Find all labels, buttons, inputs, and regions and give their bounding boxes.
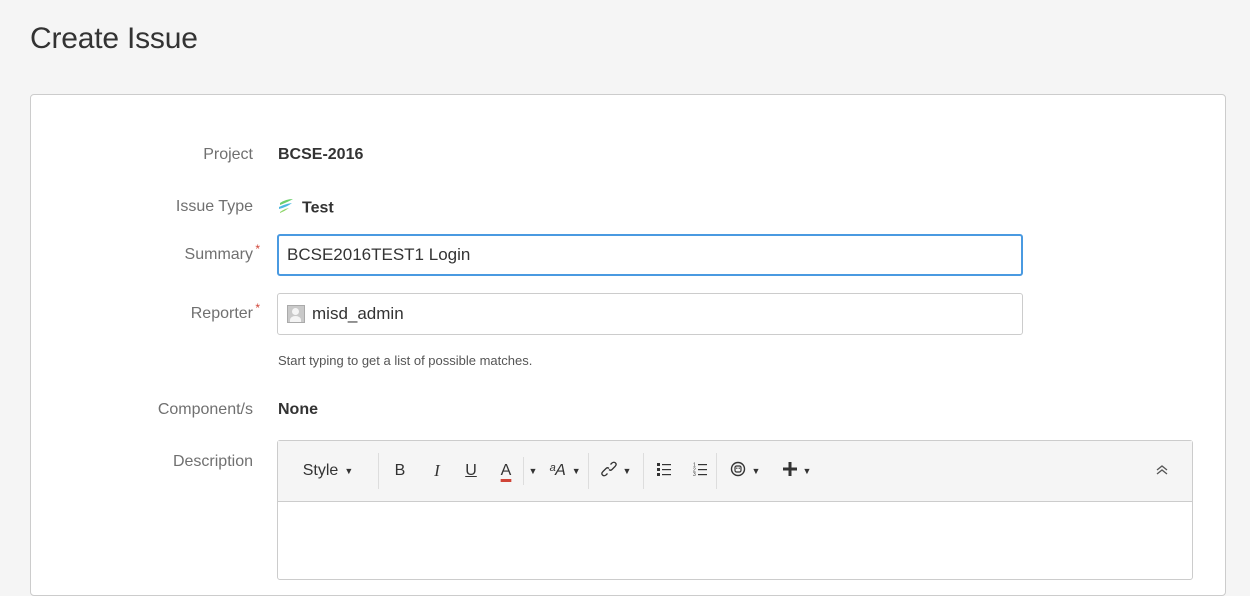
collapse-icon: [1156, 462, 1168, 480]
chevron-down-icon: ▼: [802, 466, 812, 476]
text-color-label: A: [500, 462, 512, 479]
page-title: Create Issue: [30, 22, 198, 55]
bold-button[interactable]: B: [379, 453, 421, 489]
emoticon-button[interactable]: ▼: [717, 453, 773, 489]
test-type-icon: [278, 198, 294, 219]
chevron-down-icon: ▼: [751, 466, 761, 476]
project-label: Project: [203, 146, 253, 163]
components-label: Component/s: [157, 401, 253, 418]
chevron-down-icon: ▼: [344, 466, 354, 476]
insert-button[interactable]: ▼: [773, 453, 821, 489]
summary-label-text: Summary: [184, 246, 253, 263]
editor-toolbar: Style ▼ B I U A ▼ ᵃA ▼ ▼ 123 ▼ ▼: [278, 441, 1192, 502]
svg-text:3: 3: [693, 472, 696, 476]
required-marker: *: [255, 242, 260, 256]
style-label: Style: [302, 462, 339, 479]
emoticon-icon: [730, 461, 746, 482]
reporter-label: Reporter *: [190, 301, 260, 323]
description-textarea[interactable]: [278, 502, 1192, 580]
italic-button[interactable]: I: [421, 453, 453, 489]
avatar: [287, 305, 305, 323]
summary-label: Summary *: [184, 242, 260, 264]
text-color-dropdown[interactable]: ▼: [524, 453, 542, 489]
bullet-list-button[interactable]: [644, 453, 684, 489]
more-formatting-label: ᵃA: [549, 462, 566, 479]
numbered-list-button[interactable]: 123: [684, 453, 716, 489]
reporter-input[interactable]: misd_admin: [277, 293, 1023, 335]
reporter-input-value: misd_admin: [312, 304, 404, 323]
underline-button[interactable]: U: [453, 453, 489, 489]
reporter-label-text: Reporter: [190, 305, 253, 322]
more-formatting-button[interactable]: ᵃA ▼: [542, 453, 588, 489]
collapse-toolbar-button[interactable]: [1150, 453, 1174, 489]
numbered-list-icon: 123: [693, 462, 707, 481]
bullet-list-icon: [657, 462, 671, 481]
issue-type-label: Issue Type: [175, 198, 253, 215]
reporter-hint: Start typing to get a list of possible m…: [278, 353, 533, 368]
chevron-down-icon: ▼: [571, 466, 581, 476]
required-marker: *: [255, 301, 260, 315]
chevron-down-icon: ▼: [622, 466, 632, 476]
description-editor[interactable]: Style ▼ B I U A ▼ ᵃA ▼ ▼ 123 ▼ ▼: [277, 440, 1193, 580]
issue-type-value: Test: [278, 198, 334, 219]
link-button[interactable]: ▼: [589, 453, 643, 489]
summary-input[interactable]: BCSE2016TEST1 Login: [277, 234, 1023, 276]
project-value: BCSE-2016: [278, 146, 364, 163]
description-label: Description: [172, 453, 253, 470]
link-icon: [600, 461, 617, 482]
style-dropdown[interactable]: Style ▼: [278, 453, 378, 489]
components-value[interactable]: None: [278, 401, 318, 419]
insert-plus-icon: [782, 461, 797, 481]
summary-input-value: BCSE2016TEST1 Login: [287, 245, 471, 264]
issue-type-text: Test: [302, 199, 334, 217]
text-color-button[interactable]: A: [489, 453, 523, 489]
chevron-down-icon: ▼: [528, 466, 538, 476]
